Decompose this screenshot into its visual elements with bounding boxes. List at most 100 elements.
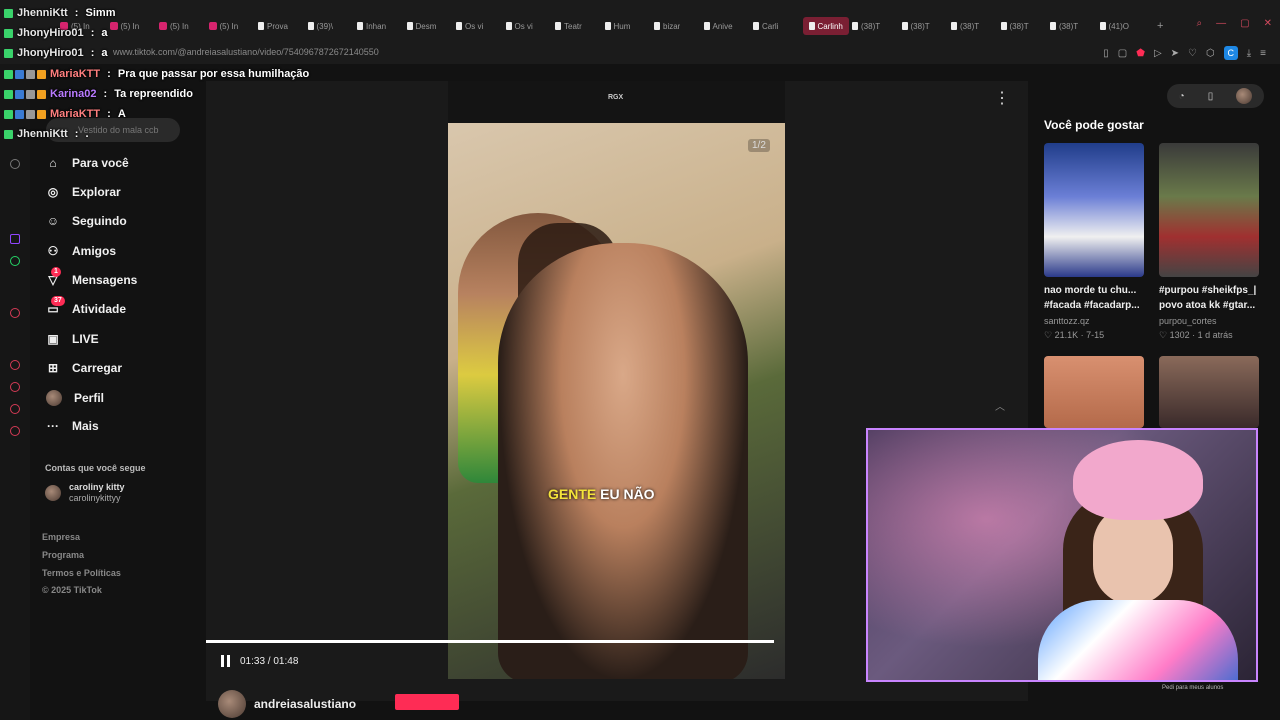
url-field[interactable]: www.tiktok.com/@andreiasalustiano/video/… xyxy=(113,47,379,57)
browser-tab[interactable]: (38)T xyxy=(951,17,979,35)
nav-perfil[interactable]: Perfil xyxy=(46,390,104,406)
browser-tab[interactable]: (38)T xyxy=(901,17,930,35)
rec-thumbnail-1[interactable] xyxy=(1044,143,1144,277)
download-icon[interactable]: ⤓ xyxy=(1247,48,1251,59)
chat-message: JhenniKtt : Simm xyxy=(4,5,115,21)
chat-username: JhonyHiro01 xyxy=(17,27,84,39)
browser-tab[interactable]: (5) In xyxy=(159,17,189,35)
nav-seguindo[interactable]: ☺ Seguindo xyxy=(46,214,127,228)
badge-icon xyxy=(37,69,46,79)
author-row[interactable]: andreiasalustiano xyxy=(218,690,356,718)
bookmark-icon[interactable]: ▯ xyxy=(1103,48,1109,59)
rec-title-2[interactable]: #purpou #sheikfps_| povo atoa kk #gtar..… xyxy=(1159,283,1267,313)
rec-title-1[interactable]: nao morde tu chu... #facada #facadarp... xyxy=(1044,283,1152,313)
video-player[interactable]: RGX 1/2 GENTE EU NÃO xyxy=(448,81,785,679)
chevron-up-icon[interactable]: ︿ xyxy=(995,398,1005,413)
upload-icon: ⊞ xyxy=(47,361,59,375)
new-tab-button[interactable]: + xyxy=(1157,17,1163,35)
rec-user-1[interactable]: santtozz.qz xyxy=(1044,316,1090,326)
minimize-icon[interactable]: — xyxy=(1216,18,1226,29)
send-icon[interactable]: ➤ xyxy=(1171,48,1179,59)
messages-badge: 1 xyxy=(51,267,61,277)
profile-avatar[interactable] xyxy=(1236,88,1253,104)
tab-label: (38)T xyxy=(1059,21,1079,31)
rail-icon-bubble[interactable] xyxy=(10,404,20,414)
footer-termos[interactable]: Termos e Políticas xyxy=(42,568,121,578)
browser-tab[interactable]: Os vi xyxy=(505,17,533,35)
rail-icon-heart[interactable] xyxy=(10,360,20,370)
tab-label: (39)\ xyxy=(316,21,333,31)
whatsapp-icon[interactable] xyxy=(10,256,20,266)
chat-badges xyxy=(4,8,13,18)
pause-icon[interactable] xyxy=(221,655,230,667)
tiktok-icon xyxy=(307,22,314,30)
nav-live[interactable]: ▣ LIVE xyxy=(46,332,98,346)
close-icon[interactable]: ✕ xyxy=(1264,18,1272,29)
rail-icon-clock[interactable] xyxy=(10,382,20,392)
browser-tab[interactable]: Os vi xyxy=(456,17,483,35)
instagram-icon xyxy=(159,22,167,30)
search-icon[interactable]: ⌕ xyxy=(1197,18,1203,29)
chat-username: JhonyHiro01 xyxy=(17,47,84,59)
browser-tab[interactable]: (39)\ xyxy=(307,17,333,35)
video-progress-bar[interactable] xyxy=(206,640,775,643)
browser-tab[interactable]: Anive xyxy=(703,17,733,35)
nav-label: Mais xyxy=(72,419,99,433)
nav-explorar[interactable]: ◎ Explorar xyxy=(46,185,121,199)
browser-tab[interactable]: (38)T xyxy=(852,17,880,35)
rail-icon-gear[interactable] xyxy=(10,426,20,436)
heart-icon[interactable]: ♡ xyxy=(1188,48,1197,59)
chat-separator: : xyxy=(104,68,114,80)
nav-mais[interactable]: ··· Mais xyxy=(46,419,99,433)
browser-tab[interactable]: Inhan xyxy=(357,17,386,35)
phone-icon[interactable]: ▯ xyxy=(1208,91,1214,102)
rec-user-2[interactable]: purpou_cortes xyxy=(1159,316,1217,326)
browser-tab[interactable]: Desm xyxy=(406,17,436,35)
nav-mensagens[interactable]: ▽ 1 Mensagens xyxy=(46,267,137,287)
twitch-icon[interactable] xyxy=(10,234,20,244)
browser-tab[interactable]: Teatr xyxy=(555,17,582,35)
nav-atividade[interactable]: ▭ 37 Atividade xyxy=(46,296,126,316)
nav-para-voce[interactable]: ⌂ Para você xyxy=(46,156,128,170)
browser-tab[interactable]: Carli xyxy=(753,17,778,35)
follow-button[interactable] xyxy=(395,694,459,710)
slide-indicator: 1/2 xyxy=(748,139,770,152)
tab-label: Carli xyxy=(762,21,779,31)
browser-tab[interactable]: Carlinh xyxy=(802,17,849,35)
thumb-caption: Pedi para meus alunos xyxy=(1162,685,1224,691)
rec-thumbnail-2[interactable] xyxy=(1159,143,1259,277)
author-name[interactable]: andreiasalustiano xyxy=(254,697,356,711)
nav-amigos[interactable]: ⚇ Amigos xyxy=(46,244,116,258)
nav-carregar[interactable]: ⊞ Carregar xyxy=(46,361,122,375)
screenshot-icon[interactable]: ▢ xyxy=(1118,48,1127,59)
menu-icon[interactable]: ≡ xyxy=(1260,48,1266,59)
browser-tab[interactable]: (38)T xyxy=(1050,17,1078,35)
clock-icon[interactable]: ◔ xyxy=(1179,91,1185,102)
extension-c-icon[interactable]: C xyxy=(1223,46,1238,60)
tiktok-icon xyxy=(1050,22,1056,30)
more-options-icon[interactable]: ⋮ xyxy=(994,88,1010,108)
browser-tab[interactable]: Prova xyxy=(258,17,288,35)
maximize-icon[interactable]: ▢ xyxy=(1240,18,1249,29)
shield-icon[interactable]: ⬟ xyxy=(1136,48,1145,59)
browser-tab[interactable]: Hum xyxy=(604,17,630,35)
rail-icon-play[interactable] xyxy=(10,308,20,318)
rec-stats-2: ♡ 1302 · 1 d atrás xyxy=(1159,330,1233,340)
author-avatar[interactable] xyxy=(218,690,246,718)
browser-tab[interactable]: bizar xyxy=(654,17,680,35)
tab-label: Inhan xyxy=(366,21,387,31)
rec-thumbnail-4[interactable] xyxy=(1159,356,1259,428)
rail-icon-1[interactable] xyxy=(10,159,20,169)
activity-badge: 37 xyxy=(51,296,65,306)
following-account[interactable]: caroliny kitty carolinykittyy xyxy=(45,482,125,504)
extensions-icon[interactable]: ⬡ xyxy=(1206,48,1215,59)
footer-empresa[interactable]: Empresa xyxy=(42,532,80,542)
browser-tab[interactable]: (41)O xyxy=(1099,17,1129,35)
rec-thumbnail-3[interactable] xyxy=(1044,356,1144,428)
play-icon[interactable]: ▷ xyxy=(1154,48,1162,59)
browser-side-rail xyxy=(0,64,30,720)
browser-tab[interactable]: (38)T xyxy=(1000,17,1029,35)
browser-tab[interactable]: (5) In xyxy=(208,17,238,35)
footer-programa[interactable]: Programa xyxy=(42,550,84,560)
nav-label: Explorar xyxy=(72,185,121,199)
